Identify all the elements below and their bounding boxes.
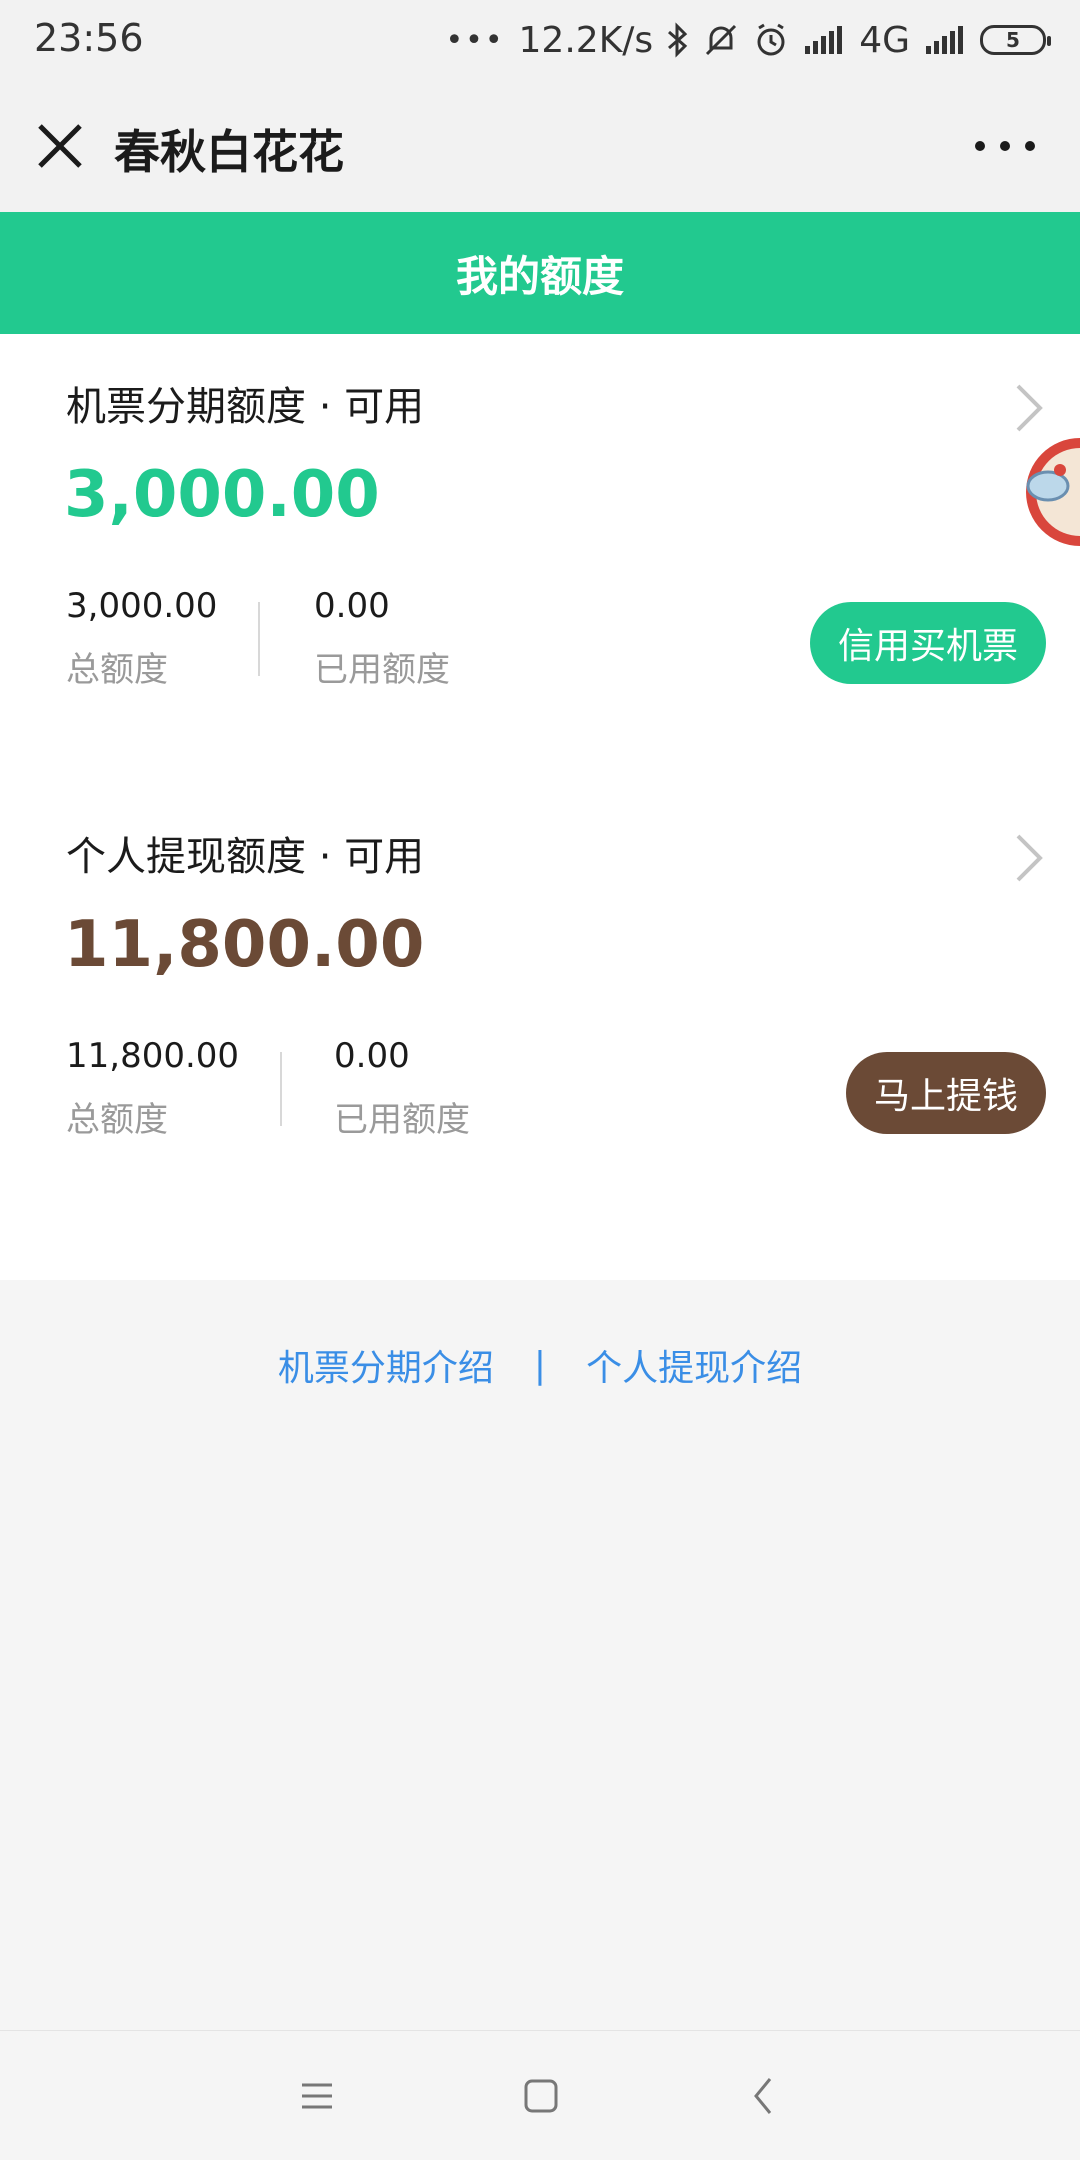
footer-separator: | [533,1344,547,1386]
used-quota-label: 已用额度 [334,1100,470,1140]
footer-links: 机票分期介绍 | 个人提现介绍 [0,1330,1080,1400]
flight-installment-intro-link[interactable]: 机票分期介绍 [278,1339,494,1391]
alarm-clock-icon [757,23,785,56]
personal-withdrawal-card[interactable]: 个人提现额度 · 可用 11,800.00 11,800.00 总额度 0.00… [0,784,1080,1204]
close-icon[interactable] [32,118,88,174]
battery-icon: 5 [980,25,1051,55]
status-bar: 23:56 ••• 12.2K/s 4G 5 [0,0,1080,80]
chevron-right-icon[interactable] [1010,828,1050,888]
used-quota-label: 已用额度 [314,650,450,690]
divider [258,602,260,676]
used-quota: 0.00 已用额度 [314,586,450,691]
more-notifications-icon: ••• [445,22,505,58]
card-label: 机票分期额度 · 可用 [66,384,425,430]
withdraw-now-button[interactable]: 马上提钱 [846,1052,1046,1134]
home-icon[interactable] [516,2071,566,2121]
available-amount: 3,000.00 [64,458,380,532]
network-type: 4G [859,19,910,61]
more-options-icon[interactable] [970,126,1040,166]
signal-icon-2 [926,26,963,54]
total-quota-label: 总额度 [66,1100,168,1140]
signal-icon [805,26,843,54]
bluetooth-icon [668,22,688,58]
total-quota-value: 3,000.00 [66,586,218,626]
status-time: 23:56 [34,16,144,60]
total-quota: 3,000.00 总额度 [66,586,217,691]
network-speed: 12.2K/s [518,19,654,61]
used-quota-value: 0.00 [314,586,390,626]
buy-ticket-on-credit-button[interactable]: 信用买机票 [810,602,1046,684]
status-icons: ••• 12.2K/s 4G 5 [445,18,1051,62]
available-amount: 11,800.00 [64,908,425,982]
page-title: 春秋白花花 [114,125,344,179]
card-label: 个人提现额度 · 可用 [66,834,425,880]
used-quota: 0.00 已用额度 [334,1036,470,1141]
back-icon[interactable] [740,2071,790,2121]
mute-bell-icon [706,24,737,56]
title-bar: 春秋白花花 [0,80,1080,212]
total-quota: 11,800.00 总额度 [66,1036,239,1141]
total-quota-value: 11,800.00 [66,1036,240,1076]
navigation-bar [0,2030,1080,2160]
flight-installment-card[interactable]: 机票分期额度 · 可用 3,000.00 3,000.00 总额度 0.00 已… [0,334,1080,754]
credit-cards: 机票分期额度 · 可用 3,000.00 3,000.00 总额度 0.00 已… [0,334,1080,1280]
section-header-title: 我的额度 [455,251,624,301]
used-quota-value: 0.00 [334,1036,410,1076]
total-quota-label: 总额度 [66,650,168,690]
screen: 23:56 ••• 12.2K/s 4G 5 春秋白花花 我的额度 机票分期额度… [0,0,1080,2160]
personal-withdrawal-intro-link[interactable]: 个人提现介绍 [586,1339,802,1391]
menu-icon[interactable] [292,2071,342,2121]
section-header: 我的额度 [0,212,1080,334]
divider [280,1052,282,1126]
floating-mascot-icon[interactable] [1010,420,1080,560]
